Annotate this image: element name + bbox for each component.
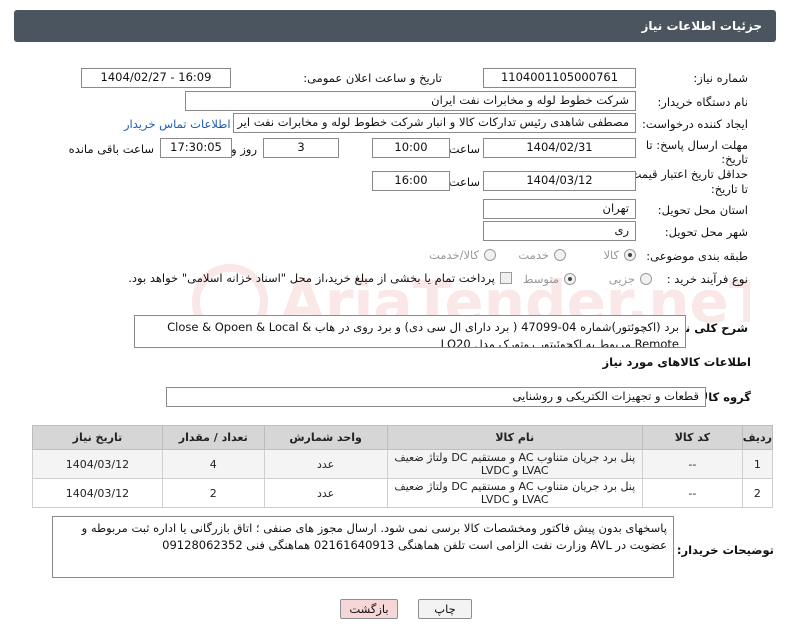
print-button[interactable]: چاپ	[418, 599, 472, 619]
page-title: جزئیات اطلاعات نیاز	[641, 19, 762, 33]
buyer-notes-line1: پاسخهای بدون پیش فاکتور ومخشصات کالا برس…	[81, 521, 667, 535]
col-code-header: کد کالا	[641, 425, 743, 450]
col-qty-header: تعداد / مقدار	[161, 425, 265, 450]
cell-unit: عدد	[263, 449, 388, 479]
province-label: استان محل تحویل:	[657, 203, 748, 217]
cell-date: 1404/03/12	[32, 478, 163, 508]
col-date-header: تاریخ نیاز	[32, 425, 163, 450]
cell-qty: 2	[161, 478, 265, 508]
price-deadline-label-line1: حداقل تاریخ اعتبار قیمت:	[626, 167, 748, 181]
category-option-service[interactable]: خدمت	[518, 248, 566, 262]
radio-selected-icon	[564, 273, 576, 285]
province-field: تهران	[483, 199, 636, 219]
days-label: روز و	[231, 142, 257, 156]
buyer-notes-label: توضیحات خریدار:	[676, 543, 774, 557]
send-deadline-time-field: 10:00	[372, 138, 450, 158]
category-label: طبقه بندی موضوعی:	[646, 249, 748, 263]
treasury-payment-checkbox[interactable]: پرداخت تمام یا بخشی از مبلغ خرید،از محل …	[128, 271, 512, 285]
goods-section-title: اطلاعات کالاهای مورد نیاز	[602, 355, 751, 369]
category-option-goods-service[interactable]: کالا/خدمت	[429, 248, 496, 262]
cell-unit: عدد	[263, 478, 388, 508]
city-label: شهر محل تحویل:	[664, 225, 748, 239]
radio-empty-icon	[484, 249, 496, 261]
description-textarea[interactable]: برد (اکچوئتور)شماره 04-47099 ( برد دارای…	[134, 315, 686, 348]
description-line2: Remote مربوط به اکچوئیتور روتورک مدل LQ2…	[440, 337, 679, 348]
goods-table: ردیف کد کالا نام کالا واحد شمارش تعداد /…	[32, 425, 774, 508]
buyer-org-label: نام دستگاه خریدار:	[657, 95, 748, 109]
requester-label: ایجاد کننده درخواست:	[642, 117, 748, 131]
need-number-label: شماره نیاز:	[693, 71, 748, 85]
price-deadline-time-label: ساعت	[448, 175, 480, 189]
requester-field: مصطفی شاهدی رئیس تدارکات کالا و انبار شر…	[233, 113, 636, 133]
send-deadline-date-field: 1404/02/31	[483, 138, 636, 158]
buyer-org-field: شرکت خطوط لوله و مخابرات نفت ایران	[185, 91, 636, 111]
process-label: نوع فرآیند خرید :	[666, 272, 748, 286]
cell-qty: 4	[161, 449, 265, 479]
back-button[interactable]: بازگشت	[340, 599, 398, 619]
treasury-note: پرداخت تمام یا بخشی از مبلغ خرید،از محل …	[128, 271, 495, 285]
col-unit-header: واحد شمارش	[263, 425, 388, 450]
table-header-row: ردیف کد کالا نام کالا واحد شمارش تعداد /…	[32, 425, 774, 450]
remaining-time-field: 17:30:05	[160, 138, 232, 158]
cell-date: 1404/03/12	[32, 449, 163, 479]
buyer-contact-link[interactable]: اطلاعات تماس خریدار	[124, 117, 231, 131]
table-row: 1 -- پنل برد جریان متناوب AC و مستقیم DC…	[32, 449, 774, 479]
process-option-minor[interactable]: جزیی	[609, 272, 652, 286]
col-row-header: ردیف	[741, 425, 774, 450]
process-option-medium[interactable]: متوسط	[523, 272, 576, 286]
price-deadline-date-field: 1404/03/12	[483, 171, 636, 191]
cell-row: 2	[741, 478, 774, 508]
radio-empty-icon	[554, 249, 566, 261]
checkbox-icon	[500, 272, 512, 284]
buyer-notes-line2: عضویت در AVL وزارت نفت الزامی است تلفن ه…	[162, 538, 667, 552]
send-deadline-time-label: ساعت	[448, 142, 480, 156]
category-option-goods[interactable]: کالا	[603, 248, 636, 262]
col-name-header: نام کالا	[386, 425, 643, 450]
radio-selected-icon	[624, 249, 636, 261]
cell-name: پنل برد جریان متناوب AC و مستقیم DC ولتا…	[386, 478, 643, 508]
description-line1: برد (اکچوئتور)شماره 04-47099 ( برد دارای…	[167, 320, 679, 334]
cell-row: 1	[741, 449, 774, 479]
buyer-notes-textarea[interactable]: پاسخهای بدون پیش فاکتور ومخشصات کالا برس…	[52, 516, 674, 578]
cell-code: --	[641, 478, 743, 508]
goods-group-field: قطعات و تجهیزات الکتریکی و روشنایی	[166, 387, 706, 407]
table-row: 2 -- پنل برد جریان متناوب AC و مستقیم DC…	[32, 478, 774, 508]
city-field: ری	[483, 221, 636, 241]
remaining-days-field: 3	[263, 138, 339, 158]
remaining-time-label: ساعت باقی مانده	[68, 142, 154, 156]
page-header: جزئیات اطلاعات نیاز	[14, 10, 776, 42]
price-deadline-label-line2: تا تاریخ:	[710, 182, 748, 196]
announce-date-field: 1404/02/27 - 16:09	[81, 68, 231, 88]
radio-empty-icon	[640, 273, 652, 285]
send-deadline-label-line2: تاریخ:	[721, 152, 748, 166]
announce-date-label: تاریخ و ساعت اعلان عمومی:	[303, 71, 442, 85]
need-number-field: 1104001105000761	[483, 68, 636, 88]
price-deadline-time-field: 16:00	[372, 171, 450, 191]
send-deadline-label-line1: مهلت ارسال پاسخ: تا	[645, 138, 748, 152]
cell-name: پنل برد جریان متناوب AC و مستقیم DC ولتا…	[386, 449, 643, 479]
cell-code: --	[641, 449, 743, 479]
